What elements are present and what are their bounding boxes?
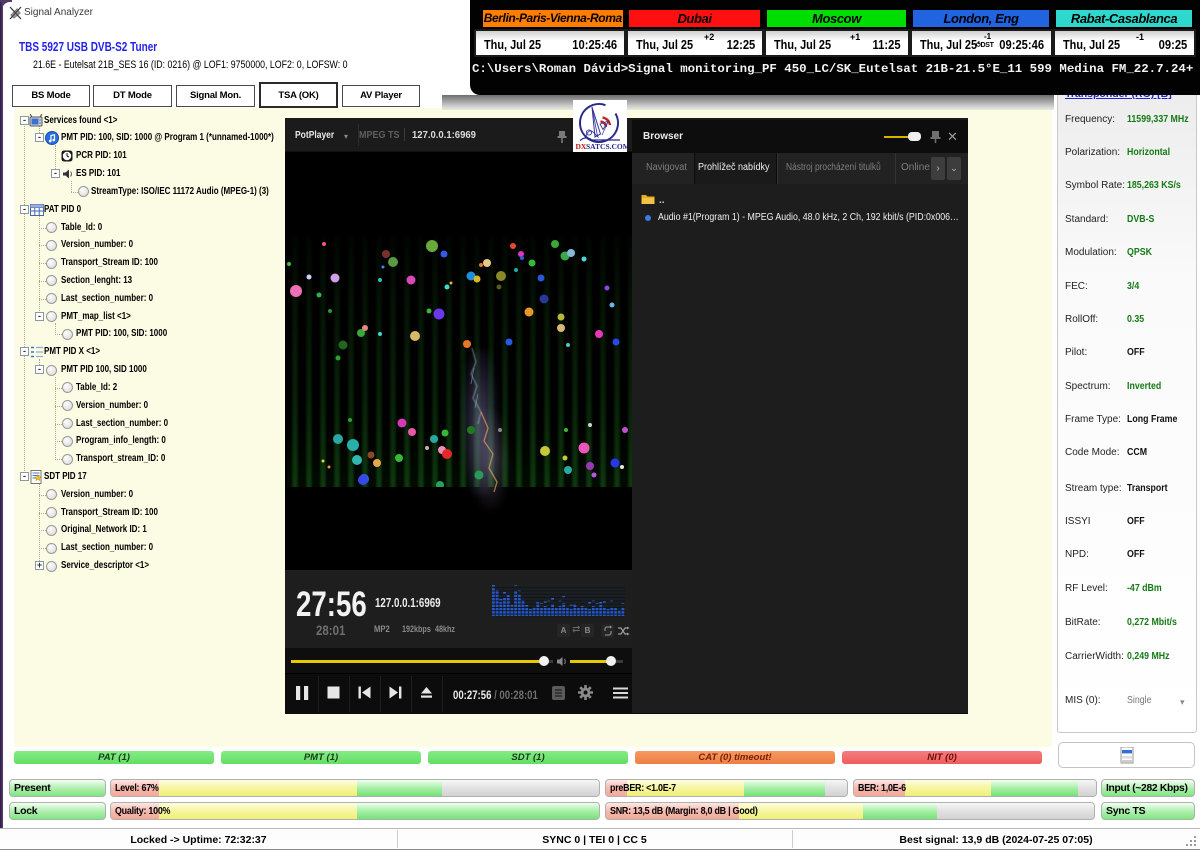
svg-text:SATCS.COM: SATCS.COM bbox=[586, 142, 627, 151]
